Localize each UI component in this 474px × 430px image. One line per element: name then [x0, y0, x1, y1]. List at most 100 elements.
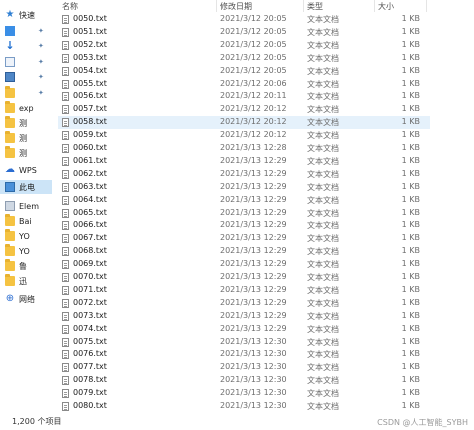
- nav-item[interactable]: YO: [0, 229, 52, 243]
- text-file-icon: [62, 337, 69, 347]
- file-row[interactable]: 0051.txt 2021/3/12 20:05 文本文档 1 KB: [58, 26, 430, 39]
- nav-item[interactable]: YO: [0, 244, 52, 258]
- text-file-icon: [62, 402, 69, 411]
- file-row[interactable]: 0066.txt 2021/3/13 12:29 文本文档 1 KB: [58, 219, 430, 232]
- column-date-header[interactable]: 修改日期: [220, 1, 252, 12]
- column-divider[interactable]: [426, 0, 427, 12]
- file-type: 文本文档: [307, 79, 339, 89]
- folder-icon: [5, 116, 15, 128]
- file-row[interactable]: 0056.txt 2021/3/12 20:11 文本文档 1 KB: [58, 90, 430, 103]
- column-divider[interactable]: [216, 0, 217, 12]
- nav-item[interactable]: ✦: [0, 86, 52, 100]
- nav-item[interactable]: ★ 快速: [0, 8, 52, 22]
- nav-item[interactable]: ⊕ 网络: [0, 292, 52, 306]
- nav-item[interactable]: ✦: [0, 24, 52, 38]
- nav-item[interactable]: exp: [0, 101, 52, 115]
- file-row[interactable]: 0079.txt 2021/3/13 12:30 文本文档 1 KB: [58, 387, 430, 400]
- file-name: 0054.txt: [73, 65, 107, 75]
- text-file-icon: [62, 27, 69, 37]
- nav-item[interactable]: 鲁: [0, 259, 52, 273]
- file-row[interactable]: 0070.txt 2021/3/13 12:29 文本文档 1 KB: [58, 271, 430, 284]
- file-row[interactable]: 0052.txt 2021/3/12 20:05 文本文档 1 KB: [58, 39, 430, 52]
- nav-item[interactable]: ☁ WPS: [0, 163, 52, 177]
- file-row[interactable]: 0068.txt 2021/3/13 12:29 文本文档 1 KB: [58, 245, 430, 258]
- file-size: 1 KB: [401, 143, 420, 152]
- nav-item[interactable]: ✦: [0, 70, 52, 84]
- column-divider[interactable]: [303, 0, 304, 12]
- folder-icon: [5, 214, 15, 226]
- computer-icon: [5, 182, 15, 192]
- file-size: 1 KB: [401, 220, 420, 230]
- file-row[interactable]: 0075.txt 2021/3/13 12:30 文本文档 1 KB: [58, 336, 430, 349]
- file-row[interactable]: 0069.txt 2021/3/13 12:29 文本文档 1 KB: [58, 258, 430, 271]
- nav-item-label: exp: [19, 103, 34, 113]
- file-row[interactable]: 0050.txt 2021/3/12 20:05 文本文档 1 KB: [58, 13, 430, 26]
- file-name: 0080.txt: [73, 401, 107, 410]
- file-row[interactable]: 0076.txt 2021/3/13 12:30 文本文档 1 KB: [58, 348, 430, 361]
- file-type: 文本文档: [307, 273, 339, 282]
- nav-item[interactable]: Bai: [0, 214, 52, 228]
- file-type: 文本文档: [307, 324, 339, 334]
- file-row[interactable]: 0067.txt 2021/3/13 12:29 文本文档 1 KB: [58, 232, 430, 245]
- file-type: 文本文档: [307, 298, 339, 308]
- file-size: 1 KB: [401, 259, 420, 269]
- nav-item[interactable]: 测: [0, 131, 52, 145]
- file-row[interactable]: 0054.txt 2021/3/12 20:05 文本文档 1 KB: [58, 65, 430, 78]
- file-row[interactable]: 0058.txt 2021/3/12 20:12 文本文档 1 KB: [58, 116, 430, 129]
- file-row[interactable]: 0064.txt 2021/3/13 12:29 文本文档 1 KB: [58, 194, 430, 207]
- text-file-icon: [62, 350, 69, 360]
- column-type-header[interactable]: 类型: [307, 1, 323, 12]
- file-row[interactable]: 0055.txt 2021/3/12 20:06 文本文档 1 KB: [58, 78, 430, 91]
- nav-item[interactable]: ↓ ✦: [0, 39, 52, 53]
- file-name: 0068.txt: [73, 246, 107, 256]
- file-size: 1 KB: [401, 14, 420, 23]
- file-date: 2021/3/13 12:29: [220, 272, 287, 281]
- file-date: 2021/3/12 20:05: [220, 26, 287, 36]
- nav-item-label: 测: [19, 148, 27, 158]
- nav-item[interactable]: Elem: [0, 199, 52, 213]
- nav-item[interactable]: 测: [0, 116, 52, 130]
- nav-item[interactable]: 此电: [0, 180, 52, 194]
- file-date: 2021/3/12 20:05: [220, 65, 287, 75]
- file-type: 文本文档: [307, 169, 339, 179]
- pin-icon: ✦: [38, 27, 44, 35]
- file-date: 2021/3/13 12:29: [220, 220, 287, 230]
- file-row[interactable]: 0053.txt 2021/3/12 20:05 文本文档 1 KB: [58, 52, 430, 65]
- file-type: 文本文档: [307, 131, 339, 141]
- file-row[interactable]: 0062.txt 2021/3/13 12:29 文本文档 1 KB: [58, 168, 430, 181]
- file-row[interactable]: 0073.txt 2021/3/13 12:29 文本文档 1 KB: [58, 310, 430, 323]
- file-type: 文本文档: [307, 144, 339, 153]
- file-row[interactable]: 0057.txt 2021/3/12 20:12 文本文档 1 KB: [58, 103, 430, 116]
- file-type: 文本文档: [307, 195, 339, 205]
- file-row[interactable]: 0077.txt 2021/3/13 12:30 文本文档 1 KB: [58, 361, 430, 374]
- file-date: 2021/3/13 12:29: [220, 207, 287, 217]
- text-file-icon: [62, 66, 69, 76]
- column-name-header[interactable]: 名称: [62, 1, 78, 12]
- file-row[interactable]: 0059.txt 2021/3/12 20:12 文本文档 1 KB: [58, 129, 430, 142]
- file-row[interactable]: 0063.txt 2021/3/13 12:29 文本文档 1 KB: [58, 181, 430, 194]
- nav-item-label: 测: [19, 133, 27, 143]
- file-name: 0075.txt: [73, 336, 107, 346]
- file-name: 0078.txt: [73, 375, 107, 385]
- nav-item-label: 网络: [19, 294, 35, 304]
- nav-item-label: 鲁: [19, 261, 27, 271]
- file-row[interactable]: 0080.txt 2021/3/13 12:30 文本文档 1 KB: [58, 400, 430, 413]
- column-size-header[interactable]: 大小: [378, 1, 394, 12]
- file-row[interactable]: 0065.txt 2021/3/13 12:29 文本文档 1 KB: [58, 207, 430, 220]
- file-size: 1 KB: [401, 401, 420, 410]
- file-date: 2021/3/13 12:29: [220, 181, 287, 191]
- nav-item[interactable]: 迅: [0, 274, 52, 288]
- file-date: 2021/3/13 12:29: [220, 284, 287, 294]
- file-row[interactable]: 0060.txt 2021/3/13 12:28 文本文档 1 KB: [58, 142, 430, 155]
- file-row[interactable]: 0071.txt 2021/3/13 12:29 文本文档 1 KB: [58, 284, 430, 297]
- file-row[interactable]: 0072.txt 2021/3/13 12:29 文本文档 1 KB: [58, 297, 430, 310]
- folder-icon: [5, 229, 15, 241]
- column-divider[interactable]: [374, 0, 375, 12]
- file-name: 0056.txt: [73, 91, 107, 101]
- file-row[interactable]: 0074.txt 2021/3/13 12:29 文本文档 1 KB: [58, 323, 430, 336]
- nav-item[interactable]: 测: [0, 146, 52, 160]
- file-type: 文本文档: [307, 156, 339, 166]
- file-row[interactable]: 0061.txt 2021/3/13 12:29 文本文档 1 KB: [58, 155, 430, 168]
- nav-item[interactable]: ✦: [0, 55, 52, 69]
- file-row[interactable]: 0078.txt 2021/3/13 12:30 文本文档 1 KB: [58, 374, 430, 387]
